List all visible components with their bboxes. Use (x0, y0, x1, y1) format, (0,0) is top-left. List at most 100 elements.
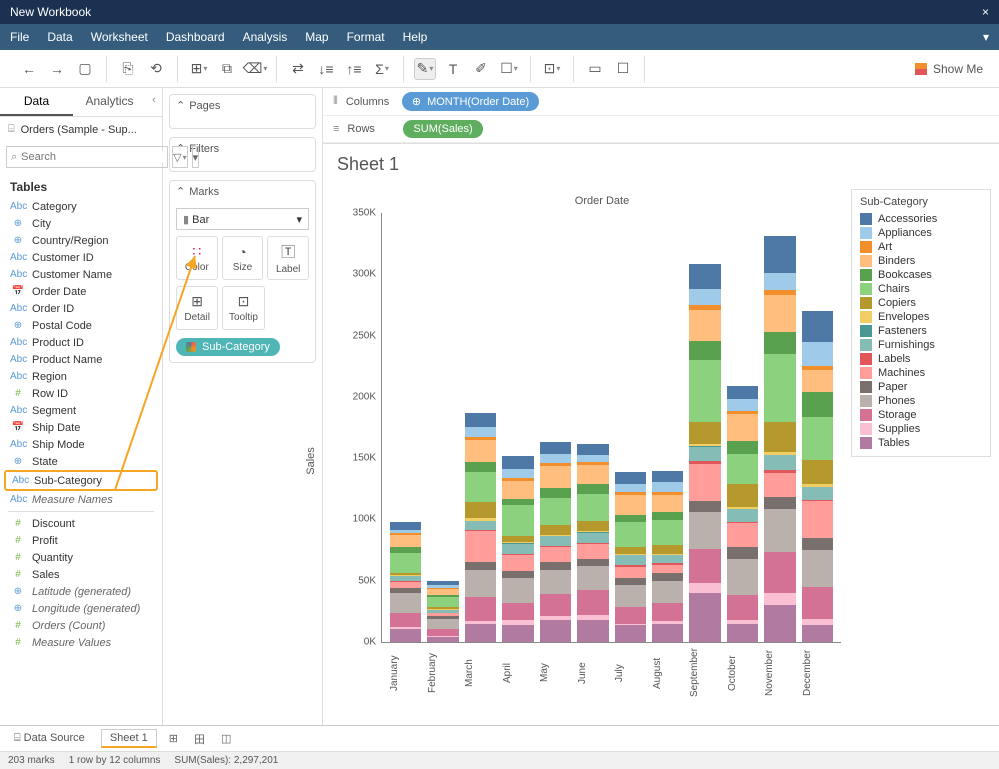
sort-desc-icon[interactable]: ↑≡ (343, 58, 365, 80)
menu-worksheet[interactable]: Worksheet (91, 30, 148, 44)
segment-tables[interactable] (764, 605, 795, 642)
bar-march[interactable] (465, 413, 496, 642)
segment-appliances[interactable] (615, 484, 646, 493)
legend-item-chairs[interactable]: Chairs (860, 282, 982, 296)
segment-phones[interactable] (540, 570, 571, 595)
segment-furnishings[interactable] (689, 447, 720, 462)
field-state[interactable]: ⊕State (4, 453, 158, 470)
collapse-pane-icon[interactable]: ‹ (146, 88, 162, 116)
field-category[interactable]: AbcCategory (4, 198, 158, 215)
segment-appliances[interactable] (502, 469, 533, 479)
segment-supplies[interactable] (689, 583, 720, 593)
segment-tables[interactable] (502, 625, 533, 642)
menu-analysis[interactable]: Analysis (243, 30, 288, 44)
segment-bookcases[interactable] (465, 462, 496, 472)
segment-binders[interactable] (540, 466, 571, 488)
segment-machines[interactable] (540, 547, 571, 562)
new-story-icon[interactable]: ◫ (217, 732, 235, 745)
segment-binders[interactable] (615, 495, 646, 515)
menu-help[interactable]: Help (403, 30, 428, 44)
field-city[interactable]: ⊕City (4, 215, 158, 232)
field-segment[interactable]: AbcSegment (4, 402, 158, 419)
segment-accessories[interactable] (764, 236, 795, 273)
field-longitude-generated-[interactable]: ⊕Longitude (generated) (4, 600, 158, 617)
segment-furnishings[interactable] (652, 555, 683, 564)
segment-paper[interactable] (689, 501, 720, 512)
field-sales[interactable]: #Sales (4, 566, 158, 583)
new-dashboard-icon[interactable]: 田 (190, 731, 209, 747)
segment-copiers[interactable] (802, 460, 833, 485)
menu-data[interactable]: Data (47, 30, 72, 44)
segment-paper[interactable] (465, 562, 496, 569)
segment-chairs[interactable] (652, 520, 683, 545)
segment-appliances[interactable] (465, 427, 496, 437)
field-row-id[interactable]: #Row ID (4, 385, 158, 402)
segment-paper[interactable] (540, 562, 571, 569)
segment-tables[interactable] (689, 593, 720, 642)
bar-september[interactable] (689, 264, 720, 642)
segment-paper[interactable] (652, 573, 683, 580)
legend-item-copiers[interactable]: Copiers (860, 296, 982, 310)
segment-accessories[interactable] (802, 311, 833, 342)
save-icon[interactable]: ▢ (74, 58, 96, 80)
bar-july[interactable] (615, 472, 646, 642)
segment-accessories[interactable] (465, 413, 496, 427)
legend-item-labels[interactable]: Labels (860, 352, 982, 366)
segment-machines[interactable] (465, 531, 496, 562)
segment-machines[interactable] (764, 473, 795, 498)
segment-accessories[interactable] (502, 456, 533, 468)
worksheet-format-icon[interactable]: ☐▾ (498, 58, 520, 80)
field-product-id[interactable]: AbcProduct ID (4, 334, 158, 351)
segment-bookcases[interactable] (802, 392, 833, 417)
segment-furnishings[interactable] (764, 455, 795, 470)
close-icon[interactable]: × (982, 5, 989, 19)
segment-accessories[interactable] (652, 471, 683, 482)
segment-accessories[interactable] (727, 386, 758, 398)
segment-appliances[interactable] (727, 399, 758, 411)
marks-size-button[interactable]: ◔Size (222, 236, 264, 280)
legend-item-binders[interactable]: Binders (860, 254, 982, 268)
segment-tables[interactable] (652, 624, 683, 642)
tab-analytics[interactable]: Analytics (73, 88, 146, 116)
segment-copiers[interactable] (577, 521, 608, 531)
legend-item-machines[interactable]: Machines (860, 366, 982, 380)
field-region[interactable]: AbcRegion (4, 368, 158, 385)
segment-phones[interactable] (390, 593, 421, 613)
segment-storage[interactable] (390, 613, 421, 628)
segment-chairs[interactable] (390, 553, 421, 573)
segment-storage[interactable] (540, 594, 571, 616)
bar-may[interactable] (540, 442, 571, 642)
bar-february[interactable] (427, 581, 458, 642)
sheet-title[interactable]: Sheet 1 (323, 144, 999, 185)
segment-appliances[interactable] (689, 289, 720, 305)
legend-item-furnishings[interactable]: Furnishings (860, 338, 982, 352)
segment-supplies[interactable] (764, 593, 795, 605)
field-customer-name[interactable]: AbcCustomer Name (4, 266, 158, 283)
segment-accessories[interactable] (540, 442, 571, 453)
legend-item-tables[interactable]: Tables (860, 436, 982, 450)
segment-chairs[interactable] (465, 472, 496, 503)
segment-paper[interactable] (615, 578, 646, 585)
redo-icon[interactable]: → (46, 58, 68, 80)
totals-icon[interactable]: Σ▾ (371, 58, 393, 80)
segment-phones[interactable] (502, 578, 533, 603)
legend-item-paper[interactable]: Paper (860, 380, 982, 394)
legend-item-accessories[interactable]: Accessories (860, 212, 982, 226)
legend-item-art[interactable]: Art (860, 240, 982, 254)
tab-data[interactable]: Data (0, 88, 73, 116)
segment-tables[interactable] (802, 625, 833, 642)
field-order-id[interactable]: AbcOrder ID (4, 300, 158, 317)
segment-binders[interactable] (390, 535, 421, 547)
field-product-name[interactable]: AbcProduct Name (4, 351, 158, 368)
segment-storage[interactable] (502, 603, 533, 620)
segment-storage[interactable] (764, 552, 795, 593)
segment-binders[interactable] (727, 414, 758, 441)
rows-pill[interactable]: SUM(Sales) (403, 120, 482, 138)
new-worksheet-icon[interactable]: ⊞▾ (188, 58, 210, 80)
tab-data-source[interactable]: ⌸ Data Source (6, 730, 93, 747)
segment-storage[interactable] (652, 603, 683, 621)
segment-storage[interactable] (465, 597, 496, 622)
group-icon[interactable]: ✐ (470, 58, 492, 80)
segment-phones[interactable] (465, 570, 496, 597)
text-icon[interactable]: T (442, 58, 464, 80)
